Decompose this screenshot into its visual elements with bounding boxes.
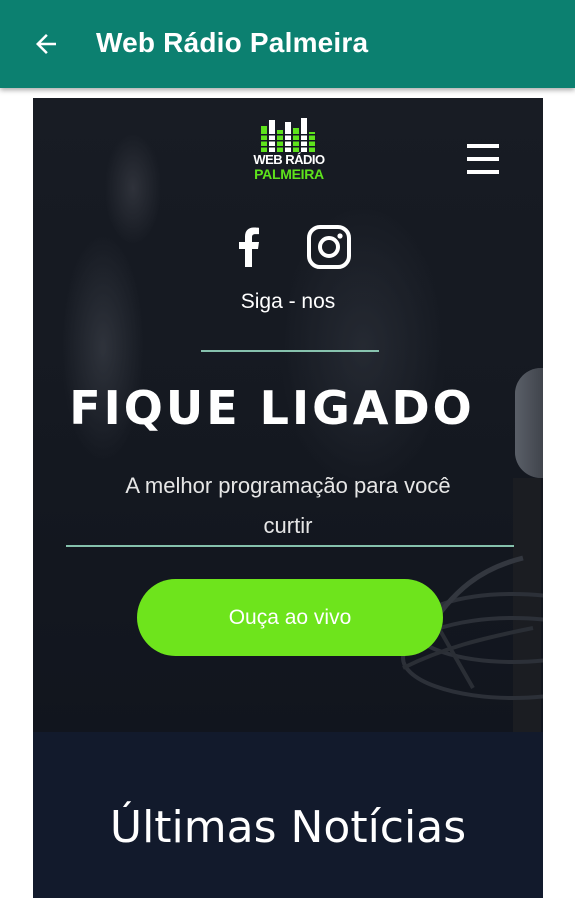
menu-button[interactable] (465, 142, 501, 176)
facebook-icon (239, 227, 259, 267)
news-section-title: Últimas Notícias (109, 802, 467, 853)
arrow-left-icon (36, 34, 56, 54)
webview-content: WEB RÁDIO PALMEIRA Siga - nos FIQUE LIGA… (33, 98, 543, 898)
instagram-link[interactable] (305, 223, 353, 271)
back-button[interactable] (24, 22, 68, 66)
app-title: Web Rádio Palmeira (96, 27, 369, 58)
app-bar: Web Rádio Palmeira (0, 0, 575, 88)
hamburger-icon (467, 144, 499, 148)
instagram-icon (307, 225, 351, 269)
site-logo[interactable]: WEB RÁDIO PALMEIRA (241, 116, 337, 188)
equalizer-logo-icon (261, 118, 317, 152)
divider (201, 350, 379, 352)
logo-text-top: WEB RÁDIO (253, 152, 325, 167)
hero-title: FIQUE LIGADO (69, 381, 475, 435)
facebook-link[interactable] (225, 223, 273, 271)
hero-subtitle: A melhor programação para você curtir (125, 473, 451, 538)
divider (66, 545, 514, 547)
news-section: Últimas Notícias (33, 732, 543, 898)
follow-us-text: Siga - nos (240, 290, 336, 313)
listen-live-button[interactable]: Ouça ao vivo (137, 579, 443, 656)
hero-section: WEB RÁDIO PALMEIRA Siga - nos FIQUE LIGA… (33, 98, 543, 732)
logo-text-bottom: PALMEIRA (254, 166, 324, 182)
